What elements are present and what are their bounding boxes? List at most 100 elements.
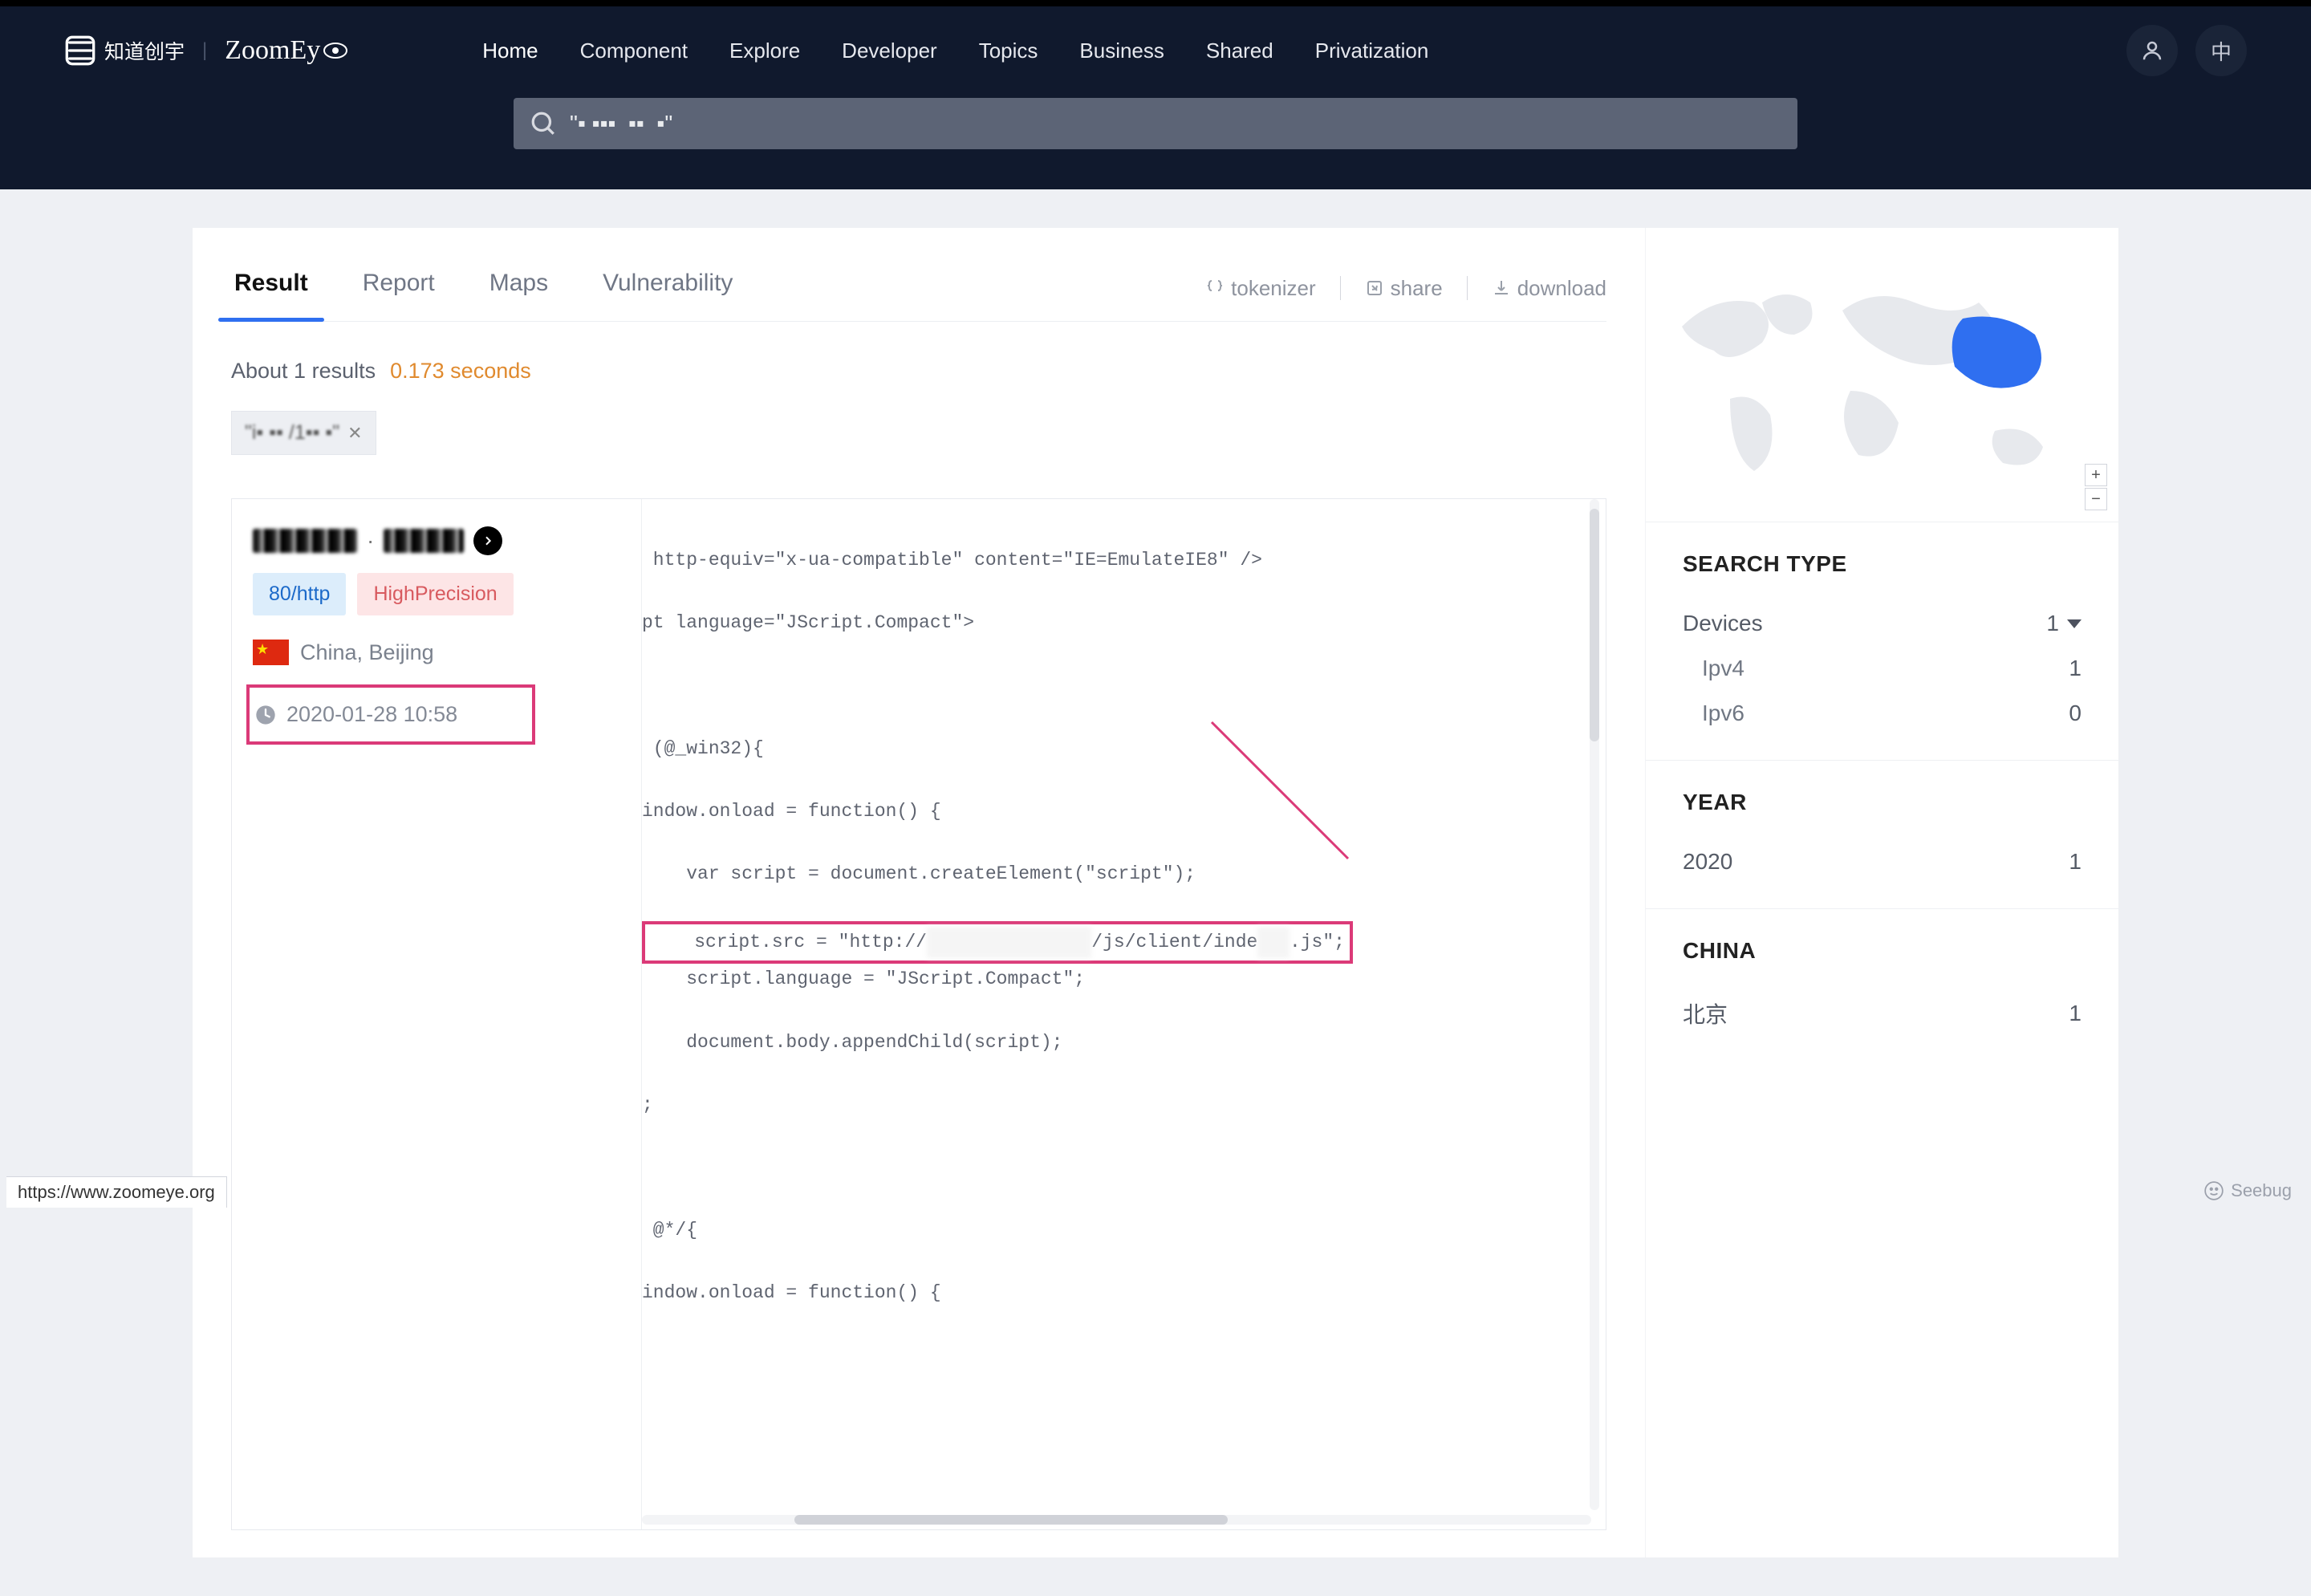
- results-time: 0.173 seconds: [390, 359, 531, 384]
- logo-separator: |: [202, 39, 207, 62]
- download-action[interactable]: download: [1492, 276, 1606, 301]
- user-button[interactable]: [2126, 25, 2178, 76]
- facet-devices[interactable]: Devices 1: [1683, 601, 2082, 646]
- tab-report[interactable]: Report: [359, 255, 438, 321]
- scrollbar-thumb[interactable]: [1590, 509, 1599, 741]
- code-line-highlighted: script.src = "http://███.███.██.███/js/c…: [642, 921, 1353, 964]
- zoomey-logo[interactable]: ZoomEy: [225, 35, 347, 66]
- timestamp-text: 2020-01-28 10:58: [286, 702, 457, 727]
- redacted-ip: [253, 529, 357, 553]
- close-icon[interactable]: ✕: [347, 423, 362, 444]
- nav-shared[interactable]: Shared: [1206, 39, 1273, 63]
- code-line: ;: [642, 1090, 1598, 1121]
- zoomey-text: ZoomEy: [225, 35, 320, 66]
- action-sep-1: [1340, 276, 1341, 300]
- searchbar-wrap: [0, 95, 2311, 189]
- eye-icon: [323, 43, 347, 59]
- code-line: [642, 1152, 1598, 1184]
- nav-topics[interactable]: Topics: [979, 39, 1038, 63]
- redacted-host: [384, 529, 464, 553]
- tabs-row: Result Report Maps Vulnerability tokeniz…: [231, 255, 1606, 322]
- query-chips: "i▪ ▪▪ /1▪▪ ▪" ✕: [231, 411, 1606, 455]
- code-line: @*/{: [642, 1215, 1598, 1246]
- zoom-in-button[interactable]: +: [2085, 464, 2107, 486]
- facet-beijing[interactable]: 北京 1: [1683, 988, 2082, 1039]
- tabs: Result Report Maps Vulnerability: [231, 255, 736, 321]
- nav-home[interactable]: Home: [482, 39, 538, 63]
- facet-china: CHINA 北京 1: [1646, 908, 2118, 1063]
- code-line: pt language="JScript.Compact">: [642, 607, 1598, 639]
- code-line: script.language = "JScript.Compact";: [642, 964, 1598, 995]
- main-wrap: Result Report Maps Vulnerability tokeniz…: [0, 189, 2311, 1596]
- nav-privatization[interactable]: Privatization: [1315, 39, 1429, 63]
- zoom-out-button[interactable]: −: [2085, 488, 2107, 510]
- tab-actions: tokenizer share download: [1205, 276, 1606, 301]
- facet-2020[interactable]: 2020 1: [1683, 839, 2082, 884]
- facet-title: CHINA: [1683, 938, 2082, 964]
- seebug-icon: [2203, 1180, 2224, 1201]
- query-chip[interactable]: "i▪ ▪▪ /1▪▪ ▪" ✕: [231, 411, 376, 455]
- seebug-badge[interactable]: Seebug: [2203, 1180, 2292, 1201]
- nav-right: 中: [2126, 25, 2247, 76]
- knownsec-logo[interactable]: 知道创宇: [64, 35, 185, 67]
- top-nav: 知道创宇 | ZoomEy Home Component Explore Dev…: [0, 6, 2311, 95]
- facet-label: 2020: [1683, 849, 1732, 875]
- world-map: [1674, 270, 2091, 507]
- facet-label: Ipv6: [1702, 701, 1744, 726]
- scrollbar-thumb[interactable]: [794, 1515, 1228, 1525]
- search-icon: [530, 110, 557, 137]
- chip-text: "i▪ ▪▪ /1▪▪ ▪": [245, 421, 339, 445]
- share-action[interactable]: share: [1365, 276, 1443, 301]
- facet-count: 1: [2069, 849, 2082, 875]
- nav-links: Home Component Explore Developer Topics …: [482, 39, 1428, 63]
- code-line: indow.onload = function() {: [642, 796, 1598, 827]
- nav-developer[interactable]: Developer: [842, 39, 937, 63]
- nav-business[interactable]: Business: [1079, 39, 1164, 63]
- download-label: download: [1517, 276, 1606, 301]
- code-line: (@_win32){: [642, 733, 1598, 765]
- facet-ipv6[interactable]: Ipv6 0: [1683, 691, 2082, 736]
- facet-ipv4[interactable]: Ipv4 1: [1683, 646, 2082, 691]
- result-title-row: ·: [253, 526, 620, 555]
- clock-icon: [254, 704, 277, 726]
- next-result-button[interactable]: [473, 526, 502, 555]
- braces-icon: [1205, 278, 1225, 298]
- timestamp-row-highlighted: 2020-01-28 10:58: [246, 684, 535, 745]
- result-info: · 80/http HighPrecision China, Beijing: [232, 499, 641, 1529]
- location-text: China, Beijing: [300, 640, 434, 665]
- map-zoom-controls: + −: [2085, 464, 2107, 510]
- status-bar: https://www.zoomeye.org: [6, 1176, 227, 1208]
- china-flag-icon: [253, 640, 289, 665]
- code-line: indow.onload = function() {: [642, 1277, 1598, 1309]
- tab-vulnerability[interactable]: Vulnerability: [599, 255, 736, 321]
- facet-label: Devices: [1683, 611, 1763, 636]
- map-widget[interactable]: + −: [1646, 255, 2118, 522]
- code-line: var script = document.createElement("scr…: [642, 859, 1598, 890]
- seebug-text: Seebug: [2231, 1180, 2292, 1201]
- language-button[interactable]: 中: [2195, 25, 2247, 76]
- tab-maps[interactable]: Maps: [486, 255, 551, 321]
- left-pane: Result Report Maps Vulnerability tokeniz…: [193, 228, 1645, 1557]
- tab-result[interactable]: Result: [231, 255, 311, 321]
- result-code[interactable]: http-equiv="x-ua-compatible" content="IE…: [641, 499, 1606, 1529]
- download-icon: [1492, 278, 1511, 298]
- vertical-scrollbar[interactable]: [1590, 499, 1599, 1510]
- nav-component[interactable]: Component: [580, 39, 688, 63]
- knownsec-text: 知道创宇: [104, 36, 185, 65]
- nav-explore[interactable]: Explore: [729, 39, 800, 63]
- search-input[interactable]: [570, 111, 1781, 136]
- share-icon: [1365, 278, 1384, 298]
- horizontal-scrollbar[interactable]: [642, 1515, 1591, 1525]
- facet-title: SEARCH TYPE: [1683, 551, 2082, 577]
- code-line: document.body.appendChild(script);: [642, 1027, 1598, 1058]
- user-icon: [2140, 39, 2164, 63]
- facet-count: 0: [2069, 701, 2082, 726]
- tokenizer-action[interactable]: tokenizer: [1205, 276, 1316, 301]
- tag-row: 80/http HighPrecision: [253, 573, 620, 615]
- geo-row[interactable]: China, Beijing: [253, 640, 620, 665]
- facet-year: YEAR 2020 1: [1646, 760, 2118, 908]
- port-tag[interactable]: 80/http: [253, 573, 346, 615]
- searchbar[interactable]: [514, 98, 1797, 149]
- share-label: share: [1391, 276, 1443, 301]
- code-line: http-equiv="x-ua-compatible" content="IE…: [642, 545, 1598, 576]
